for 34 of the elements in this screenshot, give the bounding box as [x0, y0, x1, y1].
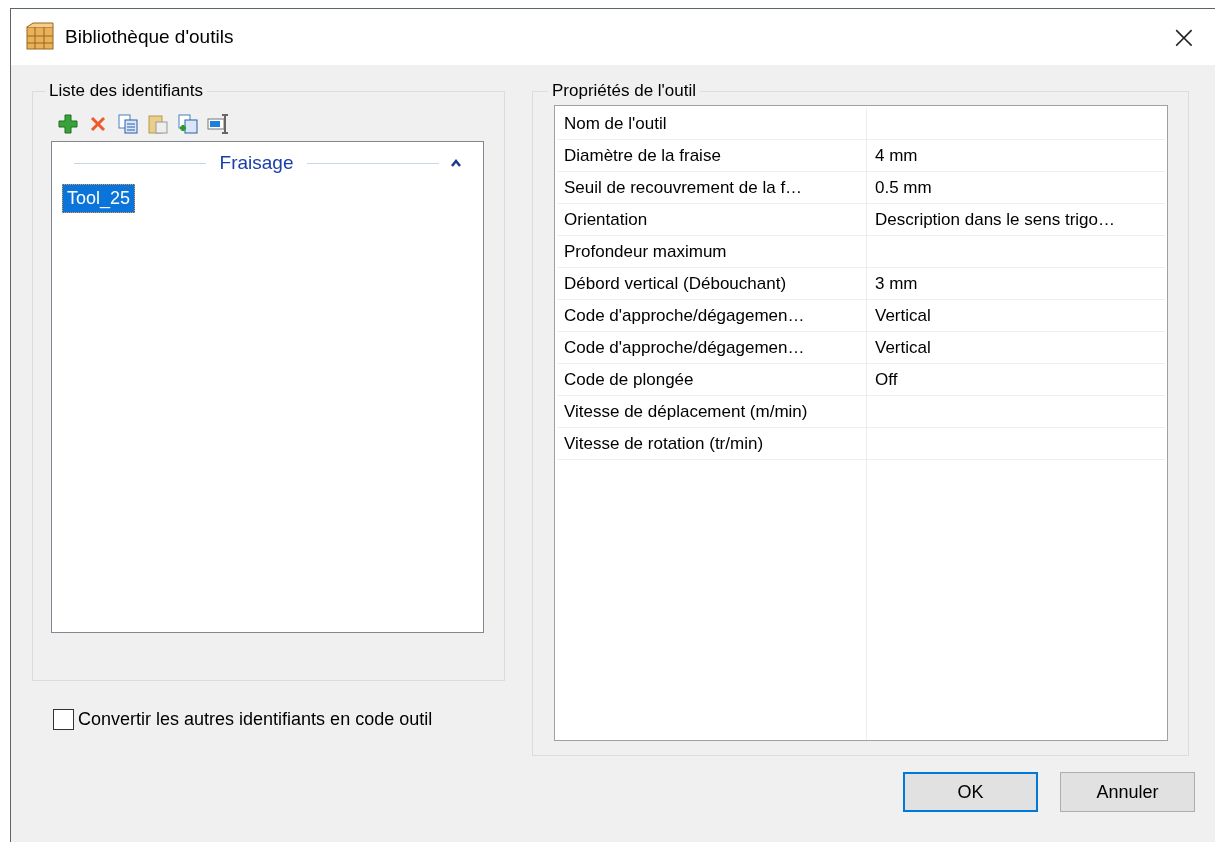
property-value[interactable]: Vertical [867, 332, 1165, 363]
checkbox-label: Convertir les autres identifiants en code outil [78, 709, 433, 730]
property-name: Code de plongée [558, 364, 867, 395]
property-value[interactable]: 0.5 mm [867, 172, 1165, 203]
duplicate-icon[interactable] [177, 113, 199, 135]
property-name: Nom de l'outil [558, 108, 867, 139]
property-name: Débord vertical (Débouchant) [558, 268, 867, 299]
rename-icon[interactable] [207, 113, 231, 135]
window-title: Bibliothèque d'outils [65, 26, 235, 48]
property-name: Profondeur maximum [558, 236, 867, 267]
ok-button[interactable]: OK [903, 772, 1038, 812]
add-icon[interactable] [57, 113, 79, 135]
checkbox[interactable] [53, 709, 74, 730]
property-name: Vitesse de déplacement (m/min) [558, 396, 867, 427]
property-name: Diamètre de la fraise [558, 140, 867, 171]
property-value[interactable]: 4 mm [867, 140, 1165, 171]
property-name: Seuil de recouvrement de la f… [558, 172, 867, 203]
property-name: Orientation [558, 204, 867, 235]
group-title: Propriétés de l'outil [551, 81, 698, 101]
property-value[interactable]: 3 mm [867, 268, 1165, 299]
property-value[interactable]: Vertical [867, 300, 1165, 331]
property-name: Code d'approche/dégagemen… [558, 332, 867, 363]
property-value[interactable]: Off [867, 364, 1165, 395]
property-value[interactable]: Description dans le sens trigo… [867, 204, 1165, 235]
cancel-button[interactable]: Annuler [1060, 772, 1195, 812]
group-header: Fraisage [218, 152, 295, 174]
list-item[interactable]: Tool_25 [62, 184, 136, 213]
property-name: Vitesse de rotation (tr/min) [558, 428, 867, 459]
collapse-icon[interactable] [449, 158, 463, 168]
close-button[interactable]: × [1159, 14, 1209, 60]
group-title: Liste des identifiants [48, 81, 205, 101]
bookshelf-icon [25, 22, 55, 52]
property-name: Code d'approche/dégagemen… [558, 300, 867, 331]
copy-icon[interactable] [117, 113, 139, 135]
